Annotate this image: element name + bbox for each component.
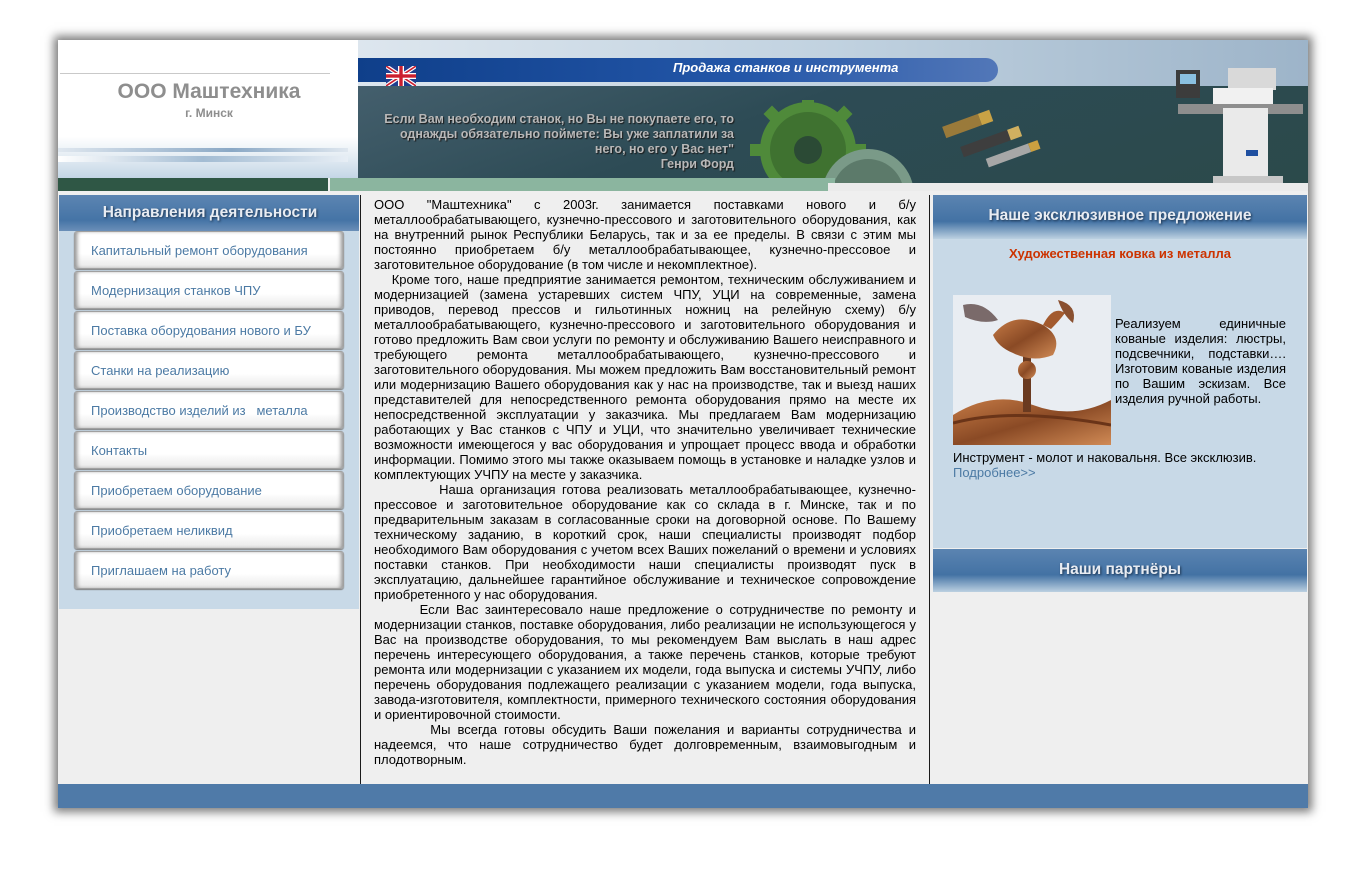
content-paragraph: ООО "Маштехника" с 2003г. занимается пос…: [374, 197, 916, 272]
sidebar-item-equipment-supply[interactable]: Поставка оборудования нового и БУ: [74, 311, 344, 349]
header-bottom-bar: [58, 178, 328, 191]
content-paragraph: Если Вас заинтересовало наше предложение…: [374, 602, 920, 722]
banner-bottom-strip: [828, 183, 1308, 191]
forged-sculpture-image[interactable]: [953, 295, 1111, 445]
cutting-tools-image: [942, 109, 1041, 168]
sidebar-item-repair[interactable]: Капитальный ремонт оборудования: [74, 231, 344, 269]
sidebar-item-label[interactable]: Приглашаем на работу: [91, 563, 231, 578]
partners-header: Наши партнёры: [933, 549, 1307, 592]
main-content: ООО "Маштехника" с 2003г. занимается пос…: [374, 197, 916, 767]
company-name[interactable]: ООО Маштехника: [58, 80, 360, 104]
column-divider: [360, 195, 361, 784]
exclusive-offer-panel: Наше эксклюзивное предложение Художестве…: [933, 195, 1307, 548]
offer-description: Реализуем единичные кованые изделия: люс…: [1115, 316, 1286, 406]
sidebar-item-label[interactable]: Производство изделий из металла: [91, 403, 308, 418]
sidebar-item-label[interactable]: Приобретаем неликвид: [91, 523, 233, 538]
content-paragraph: Мы всегда готовы обсудить Ваши пожелания…: [374, 722, 920, 767]
partners-section: Наши партнёры: [933, 549, 1307, 592]
company-city: г. Минск: [185, 106, 233, 120]
sidebar-item-buy-surplus[interactable]: Приобретаем неликвид: [74, 511, 344, 549]
sidebar-item-careers[interactable]: Приглашаем на работу: [74, 551, 344, 589]
offer-more-link[interactable]: Подробнее>>: [953, 465, 1036, 480]
banner-green-strip: [330, 178, 835, 191]
banner-quote: Если Вам необходим станок, но Вы не поку…: [366, 112, 734, 172]
column-divider: [929, 195, 930, 784]
sidebar-item-label[interactable]: Приобретаем оборудование: [91, 483, 262, 498]
offer-subtitle[interactable]: Художественная ковка из металла: [933, 246, 1307, 261]
sidebar-item-cnc-modernization[interactable]: Модернизация станков ЧПУ: [74, 271, 344, 309]
logo-area[interactable]: ООО Маштехника г. Минск: [58, 40, 358, 178]
sidebar-item-label[interactable]: Контакты: [91, 443, 147, 458]
header-banner: Продажа станков и инструмента Если Вам н…: [330, 40, 1308, 191]
banner-tagline: Продажа станков и инструмента: [673, 60, 899, 75]
uk-flag-icon[interactable]: [386, 66, 416, 86]
sidebar-navigation: Направления деятельности Капитальный рем…: [59, 195, 359, 609]
quote-line: однажды обязательно поймете: Вы уже запл…: [399, 127, 734, 141]
logo-decor-stripe: [58, 148, 348, 152]
sidebar-item-label[interactable]: Станки на реализацию: [91, 363, 229, 378]
content-paragraph: Кроме того, наше предприятие занимается …: [374, 272, 920, 482]
quote-line: Если Вам необходим станок, но Вы не поку…: [384, 112, 734, 126]
offer-description-extra: Инструмент - молот и наковальня. Все экс…: [953, 450, 1257, 465]
partners-title: Наши партнёры: [1058, 561, 1182, 578]
sidebar-item-contacts[interactable]: Контакты: [74, 431, 344, 469]
content-paragraph: Наша организация готова реализовать мета…: [374, 482, 920, 602]
sidebar-item-machines-for-sale[interactable]: Станки на реализацию: [74, 351, 344, 389]
sidebar-title: Направления деятельности: [102, 204, 318, 221]
sidebar-item-metal-production[interactable]: Производство изделий из металла: [74, 391, 344, 429]
header: ООО Маштехника г. Минск Продажа станков …: [58, 40, 1308, 191]
logo-divider: [60, 73, 330, 74]
sidebar-item-label[interactable]: Модернизация станков ЧПУ: [91, 283, 261, 298]
sidebar-item-buy-equipment[interactable]: Приобретаем оборудование: [74, 471, 344, 509]
milling-machine-image: [1176, 68, 1303, 190]
quote-line: него, но его у Вас нет": [594, 142, 734, 156]
quote-author: Генри Форд: [660, 157, 734, 171]
offer-header: Наше эксклюзивное предложение: [933, 195, 1307, 239]
sidebar-header: Направления деятельности: [59, 195, 359, 231]
sidebar-item-label[interactable]: Поставка оборудования нового и БУ: [91, 323, 311, 338]
logo-decor-stripe: [58, 156, 348, 162]
offer-title: Наше эксклюзивное предложение: [988, 207, 1252, 224]
sidebar-item-label[interactable]: Капитальный ремонт оборудования: [91, 243, 308, 258]
page-frame: ООО Маштехника г. Минск Продажа станков …: [58, 40, 1308, 808]
footer-bar: [58, 784, 1308, 808]
